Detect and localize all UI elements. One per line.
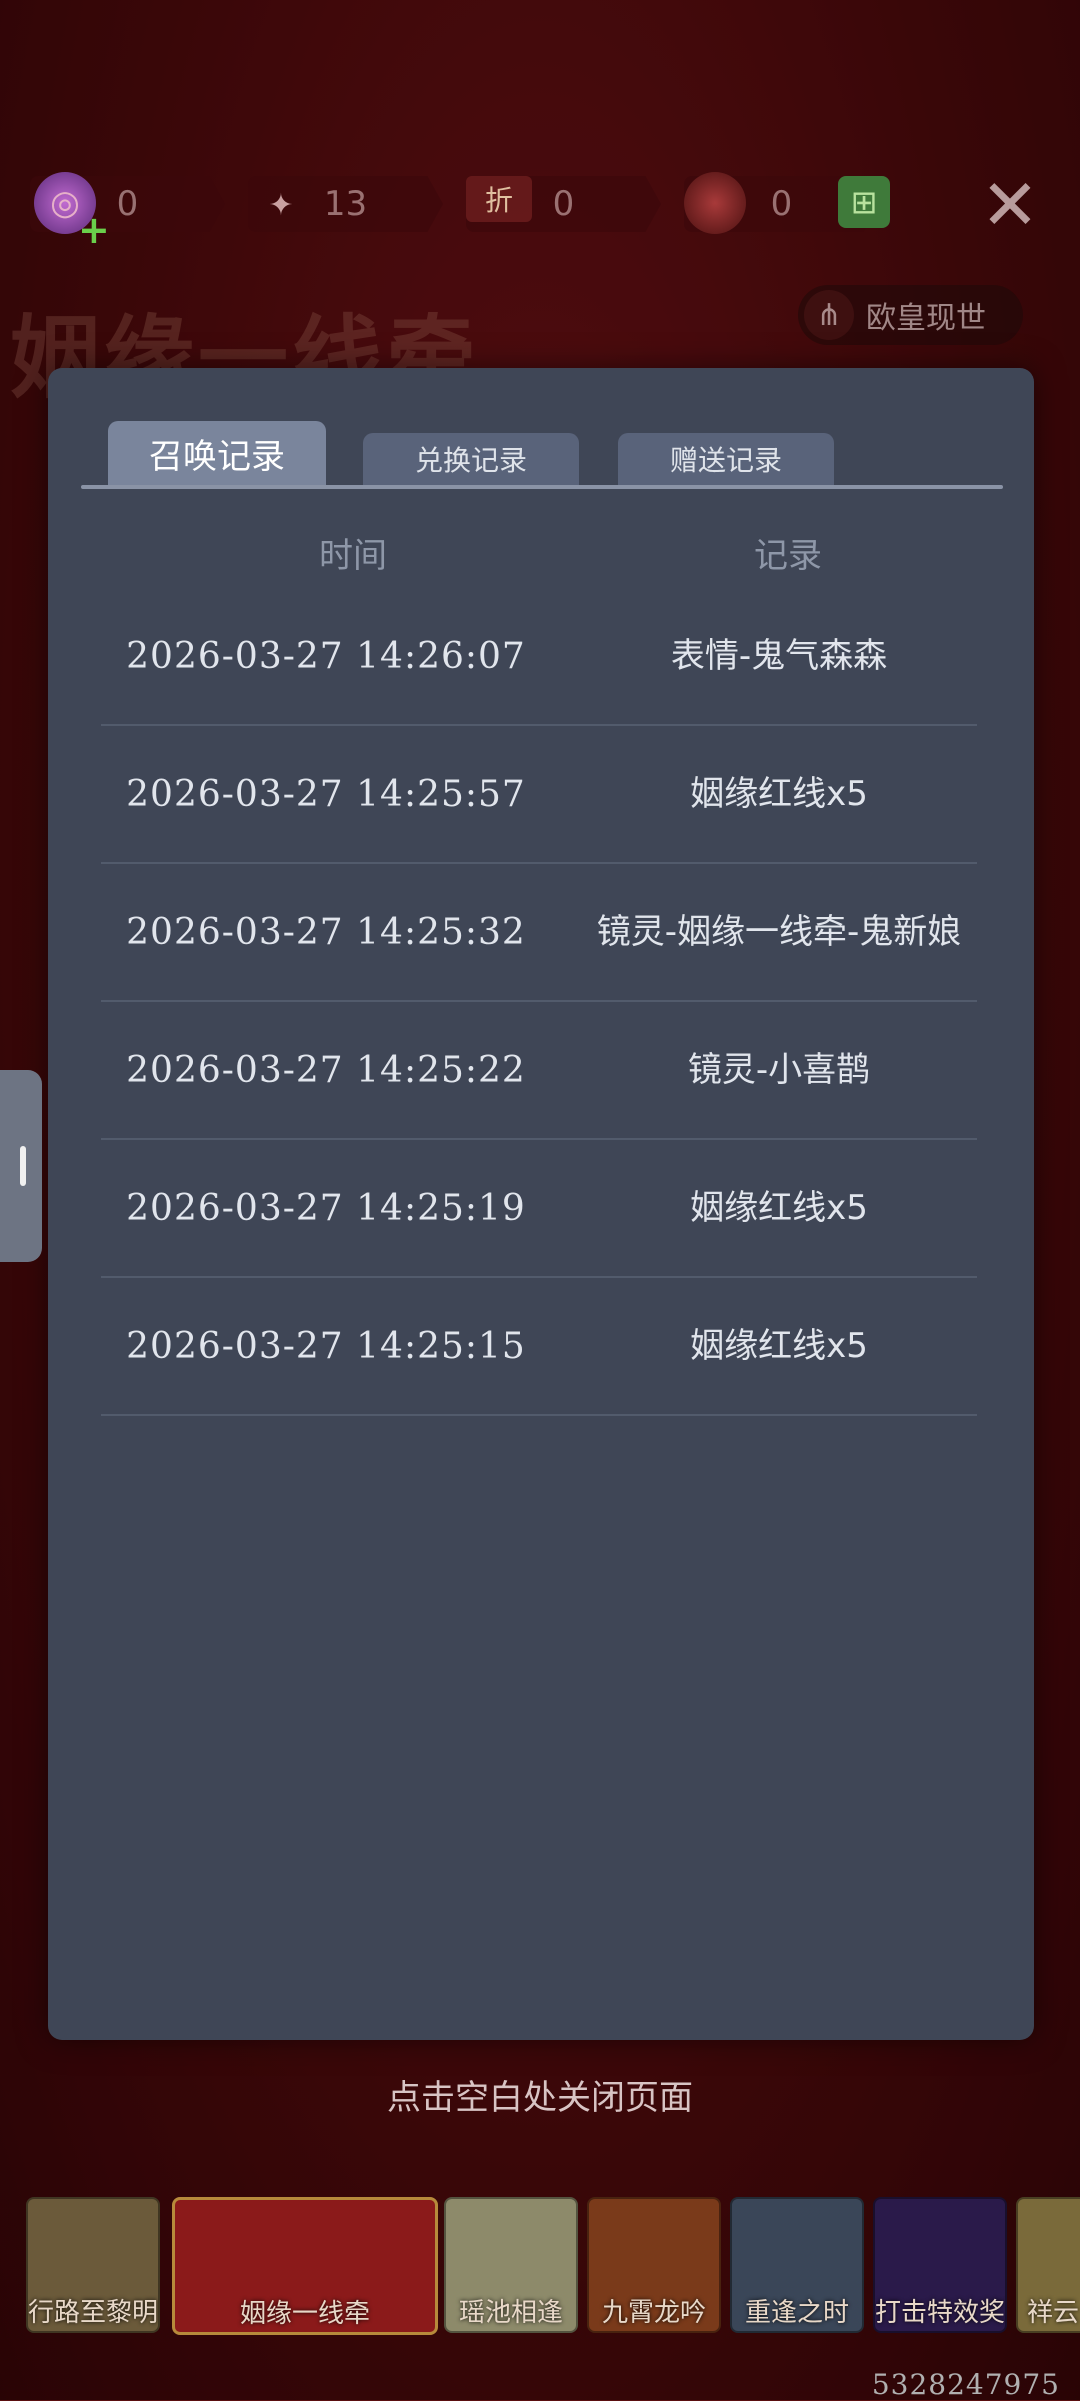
- carousel-card[interactable]: 九霄龙吟: [587, 2197, 721, 2333]
- row-time: 2026-03-27 14:26:07: [126, 635, 526, 677]
- carousel-card-label: 九霄龙吟: [601, 2298, 706, 2328]
- table-row: 2026-03-27 14:25:22 镜灵-小喜鹊: [101, 1002, 977, 1140]
- carousel-card-label: 行路至黎明: [28, 2298, 158, 2328]
- pool-carousel: 行路至黎明 姻缘一线牵 瑶池相逢 九霄龙吟 重逢之时 打击特效奖池 祥云: [26, 2197, 1080, 2335]
- share-button[interactable]: ⋔ 欧皇现世: [798, 285, 1023, 345]
- carousel-card[interactable]: 祥云: [1016, 2197, 1080, 2333]
- tab-exchange-records[interactable]: 兑换记录: [363, 433, 579, 485]
- add-candy-icon[interactable]: +: [78, 208, 110, 252]
- row-time: 2026-03-27 14:25:15: [126, 1325, 526, 1367]
- row-record: 姻缘红线x5: [690, 1326, 868, 1366]
- carousel-card-label: 重逢之时: [744, 2298, 849, 2328]
- table-row: 2026-03-27 14:25:15 姻缘红线x5: [101, 1278, 977, 1416]
- carousel-card[interactable]: 瑶池相逢: [444, 2197, 578, 2333]
- row-record: 姻缘红线x5: [690, 774, 868, 814]
- carousel-card[interactable]: 重逢之时: [730, 2197, 864, 2333]
- share-icon: ⋔: [804, 290, 854, 340]
- carousel-card[interactable]: 行路至黎明: [26, 2197, 160, 2333]
- discount-ticket-icon: 折: [466, 176, 532, 222]
- close-icon[interactable]: ✕: [975, 170, 1045, 240]
- records-dialog: 召唤记录 兑换记录 赠送记录 时间 记录 2026-03-27 14:26:07…: [48, 368, 1034, 2040]
- side-drawer-handle[interactable]: [0, 1070, 42, 1262]
- row-time: 2026-03-27 14:25:32: [126, 911, 526, 953]
- carousel-card-label: 姻缘一线牵: [239, 2299, 370, 2329]
- table-row: 2026-03-27 14:26:07 表情-鬼气森森: [101, 588, 977, 726]
- row-record: 表情-鬼气森森: [670, 636, 888, 676]
- share-label: 欧皇现世: [866, 301, 986, 336]
- table-row: 2026-03-27 14:25:19 姻缘红线x5: [101, 1140, 977, 1278]
- orb-icon: [684, 172, 746, 234]
- gift-icon[interactable]: ⊞: [838, 176, 890, 228]
- row-record: 姻缘红线x5: [690, 1188, 868, 1228]
- row-record: 镜灵-姻缘一线牵-鬼新娘: [596, 912, 962, 952]
- tab-gift-records[interactable]: 赠送记录: [618, 433, 834, 485]
- tab-summon-records[interactable]: 召唤记录: [108, 421, 326, 485]
- currency-bar: 0 ◎ + 13 ✦ 0 折 0 ⊞: [20, 170, 1020, 252]
- user-id: 5328247975: [871, 2368, 1060, 2401]
- carousel-card-label: 打击特效奖池: [875, 2298, 1005, 2328]
- token-icon: ✦: [268, 187, 294, 223]
- row-time: 2026-03-27 14:25:22: [126, 1049, 526, 1091]
- header-record: 记录: [754, 536, 822, 576]
- records-table: 2026-03-27 14:26:07 表情-鬼气森森 2026-03-27 1…: [101, 588, 977, 1416]
- header-time: 时间: [319, 536, 387, 576]
- row-time: 2026-03-27 14:25:19: [126, 1187, 526, 1229]
- table-header: 时间 记录: [48, 528, 1034, 578]
- row-time: 2026-03-27 14:25:57: [126, 773, 526, 815]
- table-row: 2026-03-27 14:25:32 镜灵-姻缘一线牵-鬼新娘: [101, 864, 977, 1002]
- carousel-card-selected[interactable]: 姻缘一线牵: [172, 2197, 438, 2335]
- close-hint[interactable]: 点击空白处关闭页面: [0, 2070, 1080, 2119]
- row-record: 镜灵-小喜鹊: [687, 1050, 871, 1090]
- carousel-card-label: 祥云: [1026, 2298, 1079, 2328]
- carousel-card-label: 瑶池相逢: [458, 2298, 563, 2328]
- carousel-card[interactable]: 打击特效奖池: [873, 2197, 1007, 2333]
- tab-divider: [81, 485, 1003, 489]
- table-row: 2026-03-27 14:25:57 姻缘红线x5: [101, 726, 977, 864]
